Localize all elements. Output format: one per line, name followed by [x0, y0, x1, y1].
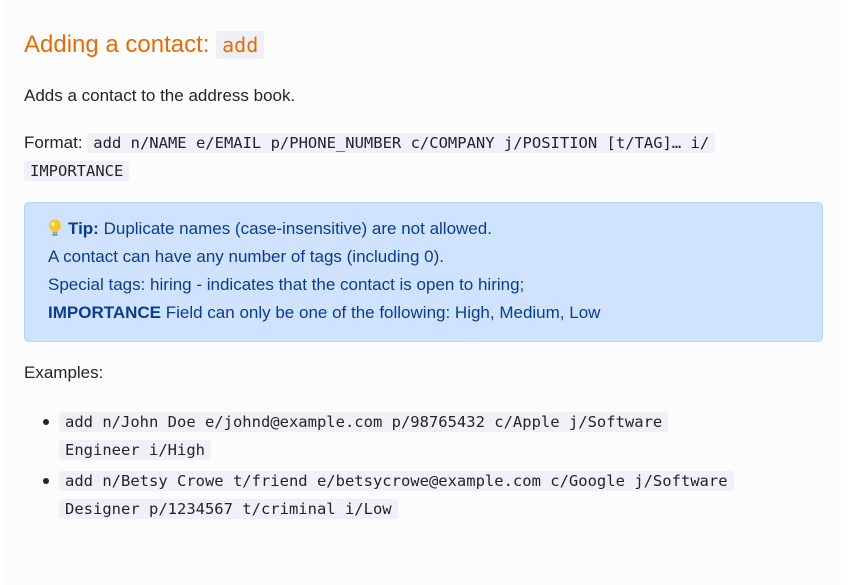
- tip-line-2: A contact can have any number of tags (i…: [48, 247, 444, 266]
- examples-list: add n/John Doe e/johnd@example.com p/987…: [24, 408, 829, 526]
- heading-text: Adding a contact:: [24, 31, 217, 58]
- format-label: Format:: [24, 133, 83, 152]
- bullet-icon: [43, 478, 49, 484]
- example-code-line1: add n/John Doe e/johnd@example.com p/987…: [59, 412, 669, 432]
- tip-line-1: Tip: Duplicate names (case-insensitive) …: [48, 215, 799, 243]
- tip-text-4: Field can only be one of the following: …: [161, 303, 601, 322]
- section-heading: Adding a contact: add: [24, 28, 265, 62]
- lightbulb-icon: [49, 219, 61, 236]
- tip-label: Tip:: [68, 219, 99, 238]
- importance-keyword: IMPORTANCE: [48, 303, 162, 322]
- document-page: Adding a contact: add Adds a contact to …: [6, 0, 847, 585]
- list-item: add n/John Doe e/johnd@example.com p/987…: [43, 408, 829, 464]
- command-description: Adds a contact to the address book.: [24, 86, 296, 105]
- tip-box: Tip: Duplicate names (case-insensitive) …: [24, 202, 823, 342]
- example-code: add n/Betsy Crowe t/friend e/betsycrowe@…: [59, 471, 734, 519]
- tip-line-4: IMPORTANCE Field can only be one of the …: [48, 299, 799, 327]
- format-paragraph: Format: add n/NAME e/EMAIL p/PHONE_NUMBE…: [24, 129, 824, 185]
- bullet-icon: [43, 419, 49, 425]
- example-code-line1: add n/Betsy Crowe t/friend e/betsycrowe@…: [59, 471, 734, 491]
- example-code-line2: Engineer i/High: [59, 440, 211, 460]
- heading-command-code: add: [216, 31, 265, 59]
- examples-label: Examples:: [24, 363, 104, 382]
- tip-line-3: Special tags: hiring - indicates that th…: [48, 275, 525, 294]
- format-syntax-code-line1: add n/NAME e/EMAIL p/PHONE_NUMBER c/COMP…: [87, 133, 716, 153]
- format-syntax-code-line2: IMPORTANCE: [24, 161, 130, 181]
- list-item: add n/Betsy Crowe t/friend e/betsycrowe@…: [43, 467, 829, 523]
- tip-text-1: Duplicate names (case-insensitive) are n…: [98, 219, 492, 238]
- example-code-line2: Designer p/1234567 t/criminal i/Low: [59, 499, 398, 519]
- example-code: add n/John Doe e/johnd@example.com p/987…: [59, 412, 669, 460]
